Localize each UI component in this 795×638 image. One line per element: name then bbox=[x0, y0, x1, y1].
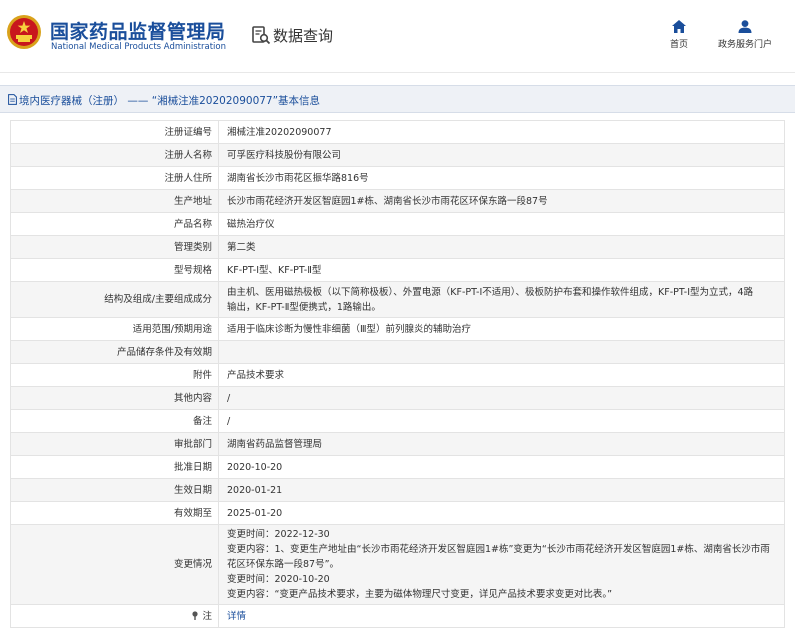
table-row: 其他内容 / bbox=[10, 386, 785, 410]
table-row: 注册人名称 可孚医疗科技股份有限公司 bbox=[10, 143, 785, 167]
value-line: 花区环保东路一段87号”。 bbox=[227, 559, 340, 570]
field-value: 由主机、医用磁热极板（以下简称极板）、外置电源（KF-PT-Ⅰ不适用）、极板防护… bbox=[218, 281, 785, 318]
nav-portal-label: 政务服务门户 bbox=[717, 40, 772, 50]
breadcrumb-record-title: “湘械注准20202090077”基本信息 bbox=[151, 95, 321, 107]
value-line: 输出，KF-PT-Ⅱ型便携式，1路输出。 bbox=[227, 301, 381, 313]
field-label: 产品名称 bbox=[10, 212, 219, 236]
table-row: 变更情况 变更时间：2022-12-30 变更内容：1、变更生产地址由“长沙市雨… bbox=[10, 524, 785, 605]
field-value: 可孚医疗科技股份有限公司 bbox=[218, 143, 785, 167]
header-divider bbox=[0, 72, 795, 73]
table-row: 审批部门 湖南省药品监督管理局 bbox=[10, 432, 785, 456]
field-value bbox=[218, 340, 785, 364]
note-icon bbox=[191, 610, 202, 622]
field-label: 型号规格 bbox=[10, 258, 219, 282]
field-label: 结构及组成/主要组成成分 bbox=[10, 281, 219, 318]
field-value: / bbox=[218, 386, 785, 410]
field-label: 适用范围/预期用途 bbox=[10, 317, 219, 341]
table-row: 管理类别 第二类 bbox=[10, 235, 785, 259]
field-value: KF-PT-Ⅰ型、KF-PT-Ⅱ型 bbox=[218, 258, 785, 282]
field-label: 注册人住所 bbox=[10, 166, 219, 190]
field-value: 湖南省药品监督管理局 bbox=[218, 432, 785, 456]
field-value: 产品技术要求 bbox=[218, 363, 785, 387]
user-icon bbox=[738, 20, 752, 33]
agency-name-en: National Medical Products Administration bbox=[51, 42, 226, 52]
field-value: 湘械注准20202090077 bbox=[218, 120, 785, 144]
field-label: 注册证编号 bbox=[10, 120, 219, 144]
breadcrumb: 境内医疗器械（注册） —— “湘械注准20202090077”基本信息 bbox=[0, 85, 795, 113]
field-label: 其他内容 bbox=[10, 386, 219, 410]
field-value: 磁热治疗仪 bbox=[218, 212, 785, 236]
field-value: / bbox=[218, 409, 785, 433]
field-label: 变更情况 bbox=[10, 524, 219, 605]
field-label: 注 bbox=[10, 604, 219, 628]
table-row: 结构及组成/主要组成成分 由主机、医用磁热极板（以下简称极板）、外置电源（KF-… bbox=[10, 281, 785, 318]
field-value: 2025-01-20 bbox=[218, 501, 785, 525]
field-label: 批准日期 bbox=[10, 455, 219, 479]
device-info-table: 注册证编号 湘械注准20202090077 注册人名称 可孚医疗科技股份有限公司… bbox=[10, 120, 785, 628]
document-icon bbox=[8, 94, 17, 105]
table-row: 批准日期 2020-10-20 bbox=[10, 455, 785, 479]
field-label: 生效日期 bbox=[10, 478, 219, 502]
table-row: 有效期至 2025-01-20 bbox=[10, 501, 785, 525]
table-row: 型号规格 KF-PT-Ⅰ型、KF-PT-Ⅱ型 bbox=[10, 258, 785, 282]
field-label-text: 注 bbox=[202, 610, 212, 622]
field-value: 适用于临床诊断为慢性非细菌（Ⅲ型）前列腺炎的辅助治疗 bbox=[218, 317, 785, 341]
field-value: 第二类 bbox=[218, 235, 785, 259]
value-line: 变更时间：2022-12-30 bbox=[227, 529, 330, 540]
agency-name-cn: 国家药品监督管理局 bbox=[50, 21, 226, 43]
page-title: 数据查询 bbox=[273, 27, 334, 45]
field-label: 备注 bbox=[10, 409, 219, 433]
table-row: 注 详情 bbox=[10, 604, 785, 628]
value-line: 由主机、医用磁热极板（以下简称极板）、外置电源（KF-PT-Ⅰ不适用）、极板防护… bbox=[227, 286, 754, 298]
field-value: 2020-10-20 bbox=[218, 455, 785, 479]
table-row: 备注 / bbox=[10, 409, 785, 433]
field-label: 产品储存条件及有效期 bbox=[10, 340, 219, 364]
home-icon bbox=[672, 20, 686, 33]
table-row: 产品储存条件及有效期 bbox=[10, 340, 785, 364]
table-row: 适用范围/预期用途 适用于临床诊断为慢性非细菌（Ⅲ型）前列腺炎的辅助治疗 bbox=[10, 317, 785, 341]
field-label: 生产地址 bbox=[10, 189, 219, 213]
field-label: 附件 bbox=[10, 363, 219, 387]
value-line: 变更时间：2020-10-20 bbox=[227, 574, 330, 585]
table-row: 附件 产品技术要求 bbox=[10, 363, 785, 387]
field-value: 湖南省长沙市雨花区振华路816号 bbox=[218, 166, 785, 190]
value-line: 变更内容：1、变更生产地址由“长沙市雨花经济开发区智庭园1#栋”变更为“长沙市雨… bbox=[227, 544, 770, 555]
table-row: 生产地址 长沙市雨花经济开发区智庭园1#栋、湖南省长沙市雨花区环保东路一段87号 bbox=[10, 189, 785, 213]
table-row: 注册人住所 湖南省长沙市雨花区振华路816号 bbox=[10, 166, 785, 190]
breadcrumb-text: 境内医疗器械（注册） —— “湘械注准20202090077”基本信息 bbox=[8, 93, 320, 108]
field-label: 管理类别 bbox=[10, 235, 219, 259]
field-value: 变更时间：2022-12-30 变更内容：1、变更生产地址由“长沙市雨花经济开发… bbox=[218, 524, 785, 605]
table-row: 生效日期 2020-01-21 bbox=[10, 478, 785, 502]
field-label: 注册人名称 bbox=[10, 143, 219, 167]
nav-home-label: 首页 bbox=[669, 40, 688, 50]
field-value: 长沙市雨花经济开发区智庭园1#栋、湖南省长沙市雨花区环保东路一段87号 bbox=[218, 189, 785, 213]
field-label: 审批部门 bbox=[10, 432, 219, 456]
nav-portal[interactable]: 政务服务门户 bbox=[712, 20, 778, 50]
site-header: 国家药品监督管理局 National Medical Products Admi… bbox=[0, 0, 795, 72]
details-link[interactable]: 详情 bbox=[227, 611, 246, 622]
field-label: 有效期至 bbox=[10, 501, 219, 525]
breadcrumb-category[interactable]: 境内医疗器械（注册） bbox=[19, 95, 124, 107]
table-row: 产品名称 磁热治疗仪 bbox=[10, 212, 785, 236]
breadcrumb-separator: —— bbox=[127, 95, 149, 107]
search-document-icon bbox=[252, 26, 271, 45]
table-row: 注册证编号 湘械注准20202090077 bbox=[10, 120, 785, 144]
value-line: 变更内容：“变更产品技术要求，主要为磁体物理尺寸变更，详见产品技术要求变更对比表… bbox=[227, 589, 613, 600]
field-value: 详情 bbox=[218, 604, 785, 628]
national-emblem-icon bbox=[7, 15, 41, 49]
nav-home[interactable]: 首页 bbox=[662, 20, 696, 50]
field-value: 2020-01-21 bbox=[218, 478, 785, 502]
